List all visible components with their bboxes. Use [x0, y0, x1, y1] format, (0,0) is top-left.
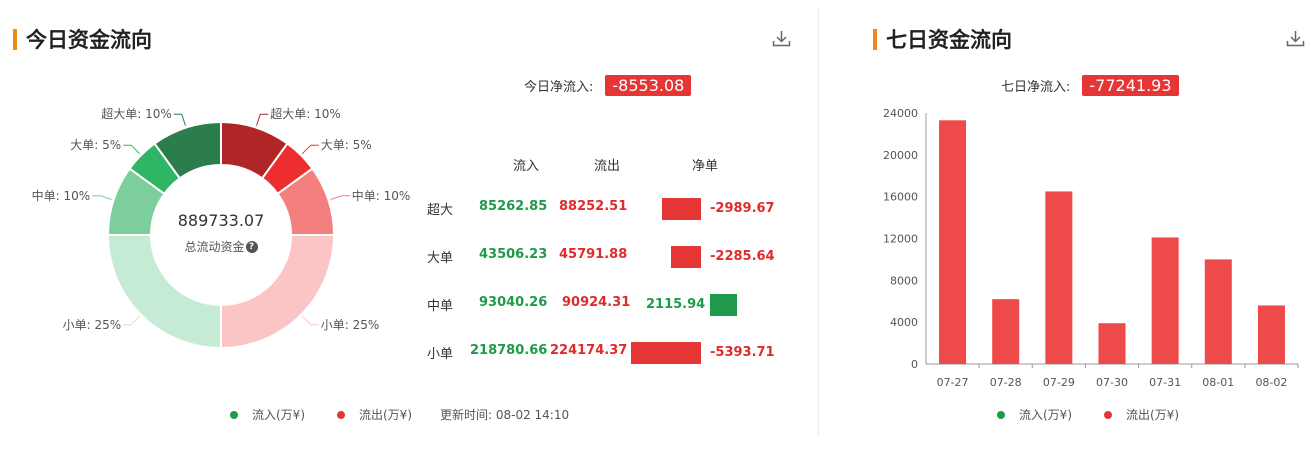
donut-slice-label: 超大单: 10% [270, 106, 341, 121]
header-net: 净单 [692, 159, 719, 174]
x-tick-label: 08-02 [1255, 376, 1287, 389]
x-tick-label: 07-30 [1096, 376, 1128, 389]
donut-leader-line [256, 113, 269, 126]
legend-inflow-label: 流入(万¥) [1019, 408, 1072, 422]
y-tick-label: 12000 [883, 233, 918, 246]
donut-slice-label: 小单: 25% [63, 318, 122, 332]
row-outflow: 88252.51 [559, 199, 628, 214]
row-outflow: 45791.88 [559, 247, 628, 262]
table-row: 中单 93040.26 90924.31 2115.94 [0, 294, 800, 316]
bar-07-28[interactable] [992, 299, 1020, 364]
title-accent-bar [873, 28, 877, 50]
legend-inflow-label: 流入(万¥) [252, 408, 305, 422]
update-time: 更新时间: 08-02 14:10 [440, 408, 570, 422]
table-row: 小单 218780.66 224174.37 -5393.71 [0, 342, 800, 364]
week-legend-inflow[interactable]: 流入(万¥) [997, 406, 1072, 423]
row-net: -2989.67 [710, 201, 775, 216]
row-label: 超大 [427, 203, 454, 218]
y-tick-label: 16000 [883, 191, 918, 204]
x-tick-label: 07-27 [937, 376, 969, 389]
legend-inflow-dot [230, 410, 238, 419]
today-net-inflow-label: 今日净流入: [524, 80, 594, 95]
row-inflow: 43506.23 [479, 247, 548, 262]
week-panel-title: 七日资金流向 [873, 24, 1012, 54]
donut-slice-label: 大单: 5% [321, 138, 372, 152]
net-bar [710, 294, 737, 316]
week-title-text: 七日资金流向 [886, 28, 1012, 52]
bar-07-27[interactable] [939, 120, 967, 364]
row-outflow: 224174.37 [550, 343, 628, 358]
net-bar [662, 198, 701, 220]
legend-outflow-dot [337, 410, 345, 419]
panel-divider [818, 8, 819, 436]
bar-07-31[interactable] [1151, 237, 1179, 364]
title-accent-bar [13, 28, 17, 50]
bar-07-29[interactable] [1045, 191, 1073, 364]
row-label: 小单 [427, 347, 454, 362]
row-inflow: 218780.66 [470, 343, 548, 358]
row-label: 大单 [427, 251, 454, 266]
table-row: 大单 43506.23 45791.88 -2285.64 [0, 246, 800, 268]
download-icon[interactable] [1286, 30, 1305, 47]
donut-leader-line [301, 144, 319, 155]
today-net-inflow: 今日净流入: -8553.08 [524, 75, 692, 96]
y-tick-label: 0 [911, 358, 918, 371]
legend-inflow-dot [997, 410, 1005, 419]
donut-leader-line [173, 113, 186, 126]
net-bar [631, 342, 701, 364]
donut-slice-label: 大单: 5% [70, 138, 121, 152]
x-tick-label: 07-29 [1043, 376, 1075, 389]
legend-outflow-label: 流出(万¥) [1126, 408, 1179, 422]
week-net-inflow-badge: -77241.93 [1082, 75, 1179, 96]
donut-slice-label: 小单: 25% [321, 318, 380, 332]
row-outflow: 90924.31 [562, 295, 631, 310]
net-bar [671, 246, 701, 268]
legend-outflow-dot [1104, 410, 1112, 419]
y-tick-label: 8000 [890, 274, 918, 287]
row-net: -5393.71 [710, 345, 775, 360]
legend-inflow[interactable]: 流入(万¥) [230, 406, 305, 423]
legend-outflow[interactable]: 流出(万¥) [337, 406, 412, 423]
y-tick-label: 20000 [883, 149, 918, 162]
row-label: 中单 [427, 299, 454, 314]
header-inflow: 流入 [513, 159, 540, 174]
x-tick-label: 07-28 [990, 376, 1022, 389]
x-tick-label: 07-31 [1149, 376, 1181, 389]
today-panel-title: 今日资金流向 [13, 24, 152, 54]
bar-08-02[interactable] [1257, 305, 1285, 364]
donut-slice-label: 超大单: 10% [101, 106, 172, 121]
row-net: 2115.94 [646, 297, 706, 312]
today-title-text: 今日资金流向 [26, 28, 152, 52]
donut-leader-line [123, 315, 141, 326]
y-tick-label: 4000 [890, 316, 918, 329]
row-inflow: 85262.85 [479, 199, 548, 214]
legend-outflow-label: 流出(万¥) [359, 408, 412, 422]
bar-07-30[interactable] [1098, 323, 1126, 364]
row-net: -2285.64 [710, 249, 775, 264]
header-outflow: 流出 [594, 159, 621, 174]
y-tick-label: 24000 [883, 107, 918, 120]
download-icon[interactable] [772, 30, 791, 47]
row-inflow: 93040.26 [479, 295, 548, 310]
week-net-inflow: 七日净流入: -77241.93 [1001, 75, 1179, 96]
seven-day-bar-chart: 0 4000 8000 12000 16000 20000 24000 07-27 07-28 0… [883, 107, 1299, 389]
x-tick-label: 08-01 [1202, 376, 1234, 389]
week-legend-outflow[interactable]: 流出(万¥) [1104, 406, 1179, 423]
bar-08-01[interactable] [1204, 259, 1232, 364]
week-net-inflow-label: 七日净流入: [1001, 80, 1071, 95]
donut-leader-line [301, 315, 319, 326]
donut-leader-line [123, 144, 141, 155]
today-net-inflow-badge: -8553.08 [605, 75, 692, 96]
table-row: 超大 85262.85 88252.51 -2989.67 [0, 198, 800, 220]
